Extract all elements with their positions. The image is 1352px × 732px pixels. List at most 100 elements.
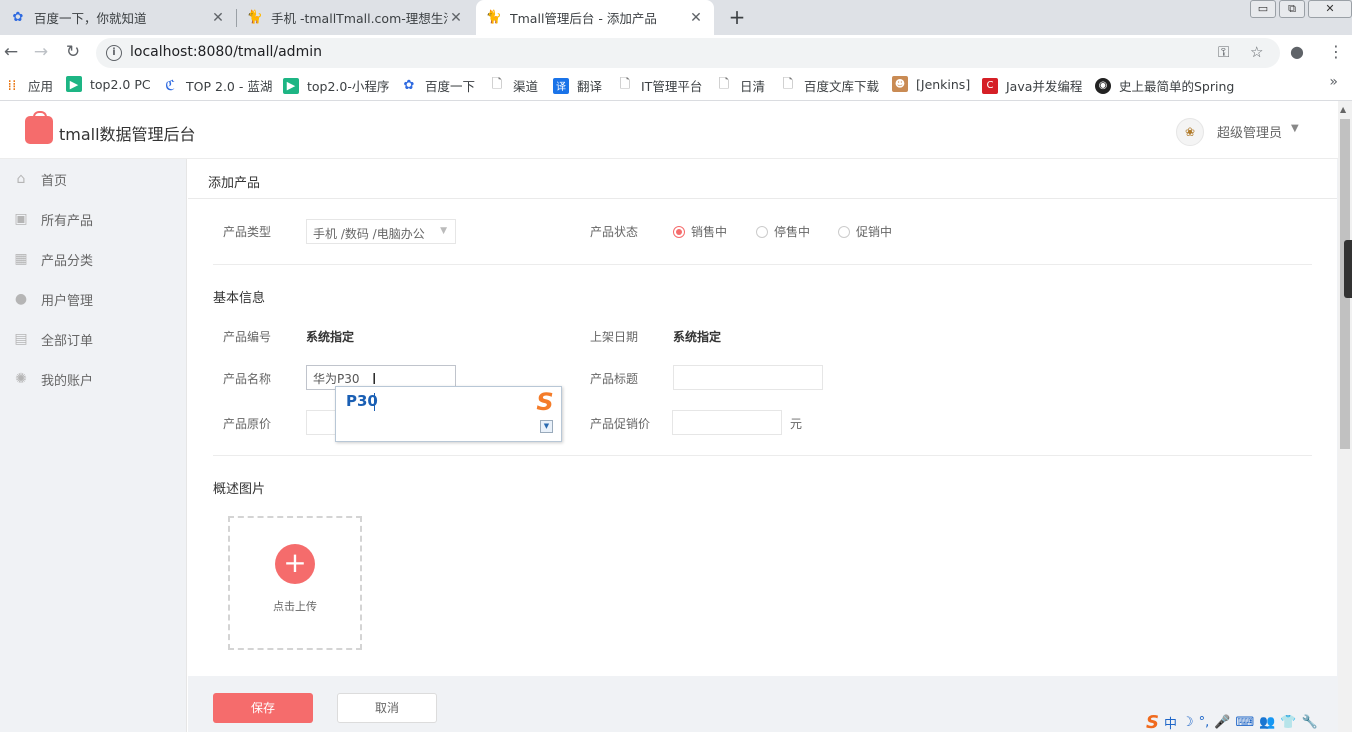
site-info-icon[interactable]: i bbox=[106, 45, 122, 61]
sidebar-item-categories[interactable]: ▦ 产品分类 bbox=[0, 239, 187, 279]
status-radio-selling[interactable]: 销售中 bbox=[673, 223, 727, 240]
main-content: 添加产品 产品类型 手机 /数码 /电脑办公 ▼ 产品状态 销售中 停售中 促销… bbox=[188, 159, 1338, 732]
sidebar-item-label: 我的账户 bbox=[41, 373, 94, 389]
status-radio-promo[interactable]: 促销中 bbox=[838, 223, 892, 240]
category-select[interactable]: 手机 /数码 /电脑办公 ▼ bbox=[306, 219, 456, 244]
address-url[interactable]: localhost:8080/tmall/admin bbox=[130, 44, 322, 60]
bookmark-java[interactable]: C Java并发编程 bbox=[982, 76, 1082, 95]
original-price-label: 产品原价 bbox=[223, 417, 272, 431]
bookmark-label: TOP 2.0 - 蓝湖 bbox=[186, 79, 273, 94]
sidebar-item-orders[interactable]: ▤ 全部订单 bbox=[0, 319, 187, 359]
clipboard-icon: ▤ bbox=[14, 331, 28, 347]
bookmark-wenku[interactable]: 🗋 百度文库下载 bbox=[780, 76, 879, 95]
product-code-value: 系统指定 bbox=[306, 330, 355, 344]
bookmark-jenkins[interactable]: ☻ [Jenkins] bbox=[892, 76, 970, 92]
product-name-label: 产品名称 bbox=[223, 372, 272, 386]
box-icon: ▣ bbox=[14, 211, 28, 227]
bookmark-label: Java并发编程 bbox=[1006, 79, 1083, 94]
punctuation-icon[interactable]: °, bbox=[1199, 715, 1210, 730]
side-widget-tab[interactable] bbox=[1344, 240, 1352, 298]
menu-kebab-icon[interactable]: ⋮ bbox=[1328, 42, 1344, 61]
radio-label: 停售中 bbox=[774, 225, 811, 239]
star-icon[interactable]: ☆ bbox=[1250, 43, 1263, 61]
shopping-bag-logo-icon bbox=[25, 111, 53, 144]
user-menu-name[interactable]: 超级管理员 bbox=[1217, 122, 1282, 141]
bookmark-translate[interactable]: 译翻译 bbox=[553, 76, 602, 95]
page-scrollbar[interactable]: ▲ bbox=[1338, 101, 1352, 732]
promo-price-input[interactable] bbox=[672, 410, 782, 435]
tab-tmall-phone[interactable]: 🐈 手机 -tmallTmall.com-理想生活 ✕ bbox=[237, 0, 474, 35]
grid-icon: ▦ bbox=[14, 251, 28, 267]
address-bar[interactable]: i localhost:8080/tmall/admin ⚿ ☆ bbox=[96, 38, 1280, 68]
divider bbox=[213, 455, 1312, 456]
radio-dot bbox=[756, 225, 768, 238]
category-label: 产品类型 bbox=[223, 225, 272, 239]
bookmark-label: [Jenkins] bbox=[916, 76, 971, 92]
ime-mode-chinese[interactable]: 中 bbox=[1164, 713, 1177, 732]
sidebar-item-account[interactable]: ✺ 我的账户 bbox=[0, 359, 187, 399]
bookmarks-bar: ⁞⁞ 应用 ▶ top2.0 PC ℭ TOP 2.0 - 蓝湖 ▶ top2.0-小程… bbox=[0, 69, 1352, 101]
page-icon: 🗋 bbox=[619, 76, 631, 92]
new-tab-button[interactable]: + bbox=[726, 6, 748, 28]
sidebar-item-users[interactable]: ● 用户管理 bbox=[0, 279, 187, 319]
save-button[interactable]: 保存 bbox=[213, 693, 313, 723]
browser-tab-strip: ✿ 百度一下，你就知道 ✕ 🐈 手机 -tmallTmall.com-理想生活 … bbox=[0, 0, 1352, 35]
minimize-button[interactable]: ▭ bbox=[1250, 0, 1276, 18]
radio-dot bbox=[673, 225, 685, 238]
chevron-down-icon[interactable]: ▼ bbox=[540, 420, 553, 433]
radio-dot bbox=[838, 225, 850, 238]
avatar[interactable]: ❀ bbox=[1176, 118, 1204, 146]
page-title: 添加产品 bbox=[208, 176, 261, 191]
keyboard-icon[interactable]: ⌨ bbox=[1235, 715, 1254, 730]
wrench-icon[interactable]: 🔧 bbox=[1302, 715, 1318, 730]
sidebar: ⌂ 首页 ▣ 所有产品 ▦ 产品分类 ● 用户管理 ▤ 全部订单 ✺ 我的账户 bbox=[0, 159, 187, 732]
reload-icon[interactable]: ↻ bbox=[62, 41, 84, 63]
ime-toolbar: S 中 ☽ °, 🎤 ⌨ 👥 👕 🔧 bbox=[1146, 712, 1352, 732]
bookmark-top2-pc[interactable]: ▶ top2.0 PC bbox=[66, 76, 151, 92]
scroll-up-icon[interactable]: ▲ bbox=[1340, 105, 1346, 114]
microphone-icon[interactable]: 🎤 bbox=[1214, 715, 1230, 730]
browser-toolbar: ← → ↻ i localhost:8080/tmall/admin ⚿ ☆ ●… bbox=[0, 35, 1352, 69]
apps-grid-icon: ⁞⁞ bbox=[7, 77, 17, 94]
product-title-input[interactable] bbox=[673, 365, 823, 390]
window-close-button[interactable]: ✕ bbox=[1308, 0, 1352, 18]
bookmark-label: 百度文库下载 bbox=[804, 79, 880, 94]
sidebar-item-products[interactable]: ▣ 所有产品 bbox=[0, 199, 187, 239]
users-icon[interactable]: 👥 bbox=[1259, 715, 1275, 730]
bookmark-baidu[interactable]: ✿ 百度一下 bbox=[401, 76, 475, 95]
tab-close-icon[interactable]: ✕ bbox=[210, 10, 226, 26]
tab-tmall-admin[interactable]: 🐈 Tmall管理后台 - 添加产品 ✕ bbox=[476, 0, 714, 35]
shirt-icon[interactable]: 👕 bbox=[1280, 715, 1296, 730]
bookmark-channel[interactable]: 🗋 渠道 bbox=[489, 76, 538, 95]
bookmark-label: 史上最简单的Spring bbox=[1119, 79, 1235, 94]
key-icon[interactable]: ⚿ bbox=[1218, 43, 1229, 61]
tab-close-icon[interactable]: ✕ bbox=[688, 10, 704, 26]
product-code-label: 产品编号 bbox=[223, 330, 272, 344]
sogou-logo-icon[interactable]: S bbox=[1146, 712, 1159, 732]
bookmark-apps[interactable]: ⁞⁞ 应用 bbox=[4, 76, 53, 95]
bookmark-label: 翻译 bbox=[577, 79, 603, 94]
bookmark-it-platform[interactable]: 🗋 IT管理平台 bbox=[617, 76, 703, 95]
restore-button[interactable]: ⧉ bbox=[1279, 0, 1305, 18]
profile-icon[interactable]: ● bbox=[1290, 42, 1304, 61]
tmall-cat-icon: 🐈 bbox=[485, 10, 503, 25]
baidu-paw-icon: ✿ bbox=[12, 10, 24, 25]
tab-baidu[interactable]: ✿ 百度一下，你就知道 ✕ bbox=[0, 0, 236, 35]
moon-icon[interactable]: ☽ bbox=[1182, 715, 1194, 730]
forward-arrow-icon[interactable]: → bbox=[30, 41, 52, 63]
app-header: tmall数据管理后台 ❀ 超级管理员 ▼ bbox=[0, 101, 1338, 159]
back-arrow-icon[interactable]: ← bbox=[0, 41, 22, 63]
chevron-down-icon[interactable]: ▼ bbox=[1291, 123, 1299, 134]
bookmark-miniprogram[interactable]: ▶ top2.0-小程序 bbox=[283, 76, 389, 95]
cancel-button[interactable]: 取消 bbox=[337, 693, 437, 723]
sidebar-item-home[interactable]: ⌂ 首页 bbox=[0, 159, 187, 199]
bookmark-label: top2.0 PC bbox=[90, 76, 151, 92]
bookmarks-more-button[interactable]: » bbox=[1329, 74, 1338, 90]
bookmark-spring[interactable]: ◉ 史上最简单的Spring bbox=[1095, 76, 1234, 95]
tab-close-icon[interactable]: ✕ bbox=[448, 10, 464, 26]
status-radio-stopped[interactable]: 停售中 bbox=[756, 223, 810, 240]
bookmark-lanhu[interactable]: ℭ TOP 2.0 - 蓝湖 bbox=[162, 76, 272, 95]
gear-icon: ✺ bbox=[15, 371, 27, 387]
bookmark-riqing[interactable]: 🗋 日清 bbox=[716, 76, 765, 95]
image-upload-area[interactable]: + 点击上传 bbox=[228, 516, 362, 650]
